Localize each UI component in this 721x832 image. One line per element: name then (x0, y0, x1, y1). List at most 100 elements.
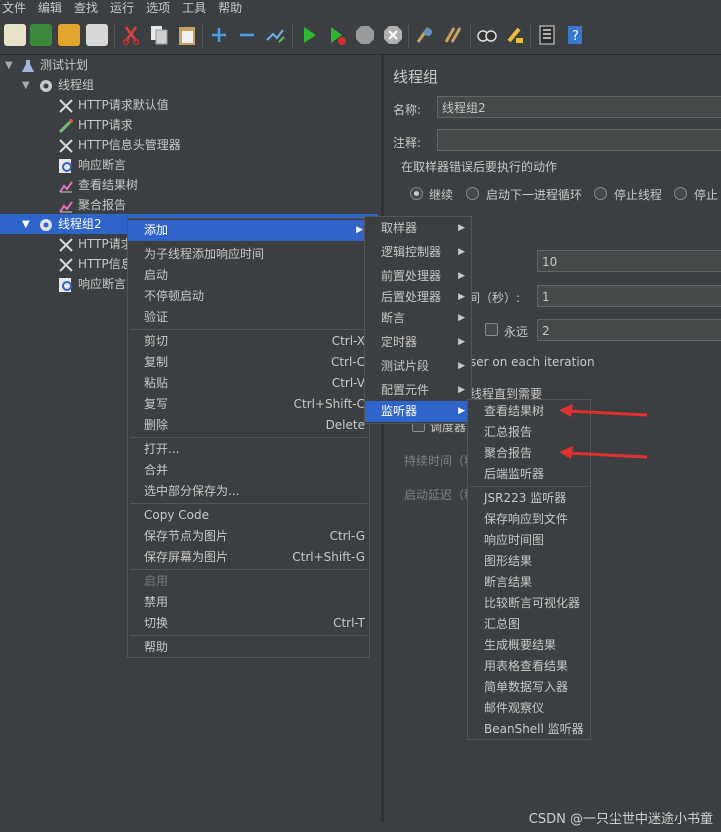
listener-jsr223[interactable]: JSR223 监听器 (468, 488, 590, 509)
shutdown-icon[interactable] (382, 24, 404, 46)
help-icon[interactable]: ? (564, 24, 586, 46)
stop-thread-radio[interactable] (594, 187, 607, 200)
tree-item-response-assertion-2[interactable]: 响应断言 (58, 274, 126, 294)
submenu-item-config-element[interactable]: 配置元件 ▶ (365, 380, 471, 401)
menu-item-enable: 启用 (128, 571, 369, 592)
chevron-down-icon[interactable]: ▼ (22, 80, 30, 91)
chevron-right-icon: ▶ (356, 225, 363, 235)
forever-checkbox[interactable] (485, 323, 498, 336)
tree-item-http-request-2[interactable]: HTTP请求 (58, 234, 133, 254)
tree-item-thread-group-2[interactable]: 线程组2 (38, 214, 102, 234)
copy-icon[interactable] (148, 24, 170, 46)
tree-item-test-plan[interactable]: 测试计划 (20, 55, 88, 75)
next-loop-radio[interactable] (466, 187, 479, 200)
stop-test-radio[interactable] (674, 187, 687, 200)
menu-item-start-no-pause[interactable]: 不停顿启动 (128, 286, 369, 307)
cut-icon[interactable] (120, 24, 142, 46)
name-field[interactable]: 线程组2 (437, 96, 721, 118)
listener-save-responses[interactable]: 保存响应到文件 (468, 509, 590, 530)
menu-item-delete[interactable]: 删除 Delete (128, 415, 369, 436)
function-helper-icon[interactable] (536, 24, 558, 46)
menu-item-cut[interactable]: 剪切 Ctrl-X (128, 331, 369, 352)
listener-simple-data-writer[interactable]: 简单数据写入器 (468, 677, 590, 698)
menu-item-toggle[interactable]: 切换 Ctrl-T (128, 613, 369, 634)
tree-item-label: HTTP信息头管理器 (78, 138, 181, 152)
submenu-item-test-fragment[interactable]: 测试片段 ▶ (365, 356, 471, 377)
submenu-item-timer[interactable]: 定时器 ▶ (365, 332, 471, 353)
comment-field[interactable] (437, 129, 721, 151)
tree-item-http-request[interactable]: HTTP请求 (58, 115, 133, 135)
paste-icon[interactable] (176, 24, 198, 46)
menu-item-save-screen-image[interactable]: 保存屏幕为图片 Ctrl+Shift-G (128, 547, 369, 568)
search-icon[interactable] (476, 24, 498, 46)
menu-item-start[interactable]: 启动 (128, 265, 369, 286)
menu-options[interactable]: 选项 (144, 0, 180, 18)
menu-item-merge[interactable]: 合并 (128, 460, 369, 481)
menu-item-add[interactable]: 添加 ▶ (128, 220, 369, 241)
listener-response-time-graph[interactable]: 响应时间图 (468, 530, 590, 551)
menu-item-open[interactable]: 打开... (128, 439, 369, 460)
listener-summary-graph[interactable]: 汇总图 (468, 614, 590, 635)
menu-search[interactable]: 查找 (72, 0, 108, 18)
tree-item-http-header-2[interactable]: HTTP信息 (58, 254, 133, 274)
save-icon[interactable] (86, 24, 108, 46)
listener-compare-assertion[interactable]: 比较断言可视化器 (468, 593, 590, 614)
chevron-down-icon[interactable]: ▼ (5, 60, 13, 71)
menu-tools[interactable]: 工具 (180, 0, 216, 18)
menu-file[interactable]: 文件 (0, 0, 36, 18)
menu-item-copy-code[interactable]: Copy Code (128, 505, 369, 526)
submenu-item-assertion[interactable]: 断言 ▶ (365, 308, 471, 329)
chevron-down-icon[interactable]: ▼ (22, 219, 30, 230)
expand-icon[interactable] (208, 24, 230, 46)
tree-item-http-defaults[interactable]: HTTP请求默认值 (58, 95, 169, 115)
tree-item-thread-group[interactable]: 线程组 (38, 75, 94, 95)
listener-beanshell[interactable]: BeanShell 监听器 (468, 719, 590, 740)
loops-field[interactable]: 2 (537, 319, 721, 341)
listener-graph-results[interactable]: 图形结果 (468, 551, 590, 572)
tree-item-view-results-tree[interactable]: 查看结果树 (58, 175, 138, 195)
menu-item-label: 逻辑控制器 (381, 245, 442, 259)
listener-assertion-results[interactable]: 断言结果 (468, 572, 590, 593)
threads-field[interactable]: 10 (537, 250, 721, 272)
toggle-icon[interactable] (264, 24, 286, 46)
rampup-field[interactable]: 1 (537, 285, 721, 307)
templates-icon[interactable] (30, 24, 52, 46)
menu-item-save-selection[interactable]: 选中部分保存为... (128, 481, 369, 502)
start-icon[interactable] (298, 24, 320, 46)
menu-edit[interactable]: 编辑 (36, 0, 72, 18)
menu-item-add-response-time[interactable]: 为子线程添加响应时间 (128, 244, 369, 265)
menu-item-validate[interactable]: 验证 (128, 307, 369, 328)
tree-item-response-assertion[interactable]: 响应断言 (58, 155, 126, 175)
menu-item-help[interactable]: 帮助 (128, 637, 369, 658)
menu-item-duplicate[interactable]: 复写 Ctrl+Shift-C (128, 394, 369, 415)
listener-mailer[interactable]: 邮件观察仪 (468, 698, 590, 719)
clear-all-icon[interactable] (442, 24, 464, 46)
submenu-item-post-processor[interactable]: 后置处理器 ▶ (365, 287, 471, 308)
menu-item-copy[interactable]: 复制 Ctrl-C (128, 352, 369, 373)
submenu-item-sampler[interactable]: 取样器 ▶ (365, 218, 471, 239)
menu-item-disable[interactable]: 禁用 (128, 592, 369, 613)
tree-item-aggregate-report[interactable]: 聚合报告 (58, 195, 126, 215)
submenu-item-pre-processor[interactable]: 前置处理器 ▶ (365, 266, 471, 287)
menu-item-label: 汇总报告 (484, 425, 533, 439)
open-icon[interactable] (58, 24, 80, 46)
menu-help[interactable]: 帮助 (216, 0, 252, 18)
listener-generate-summary[interactable]: 生成概要结果 (468, 635, 590, 656)
new-icon[interactable] (4, 24, 26, 46)
submenu-item-listener[interactable]: 监听器 ▶ (365, 401, 471, 422)
collapse-icon[interactable] (236, 24, 258, 46)
stop-icon[interactable] (354, 24, 376, 46)
submenu-item-logic-controller[interactable]: 逻辑控制器 ▶ (365, 242, 471, 263)
clear-icon[interactable] (414, 24, 436, 46)
menu-item-paste[interactable]: 粘贴 Ctrl-V (128, 373, 369, 394)
listener-table-results[interactable]: 用表格查看结果 (468, 656, 590, 677)
menu-item-save-node-image[interactable]: 保存节点为图片 Ctrl-G (128, 526, 369, 547)
chevron-right-icon: ▶ (458, 247, 465, 257)
reset-search-icon[interactable] (504, 24, 526, 46)
menu-run[interactable]: 运行 (108, 0, 144, 18)
continue-radio[interactable] (410, 187, 423, 200)
start-no-pause-icon[interactable] (326, 24, 348, 46)
tree-item-header-manager[interactable]: HTTP信息头管理器 (58, 135, 181, 155)
toolbar-separator (470, 24, 471, 48)
toolbar-separator (114, 24, 115, 48)
